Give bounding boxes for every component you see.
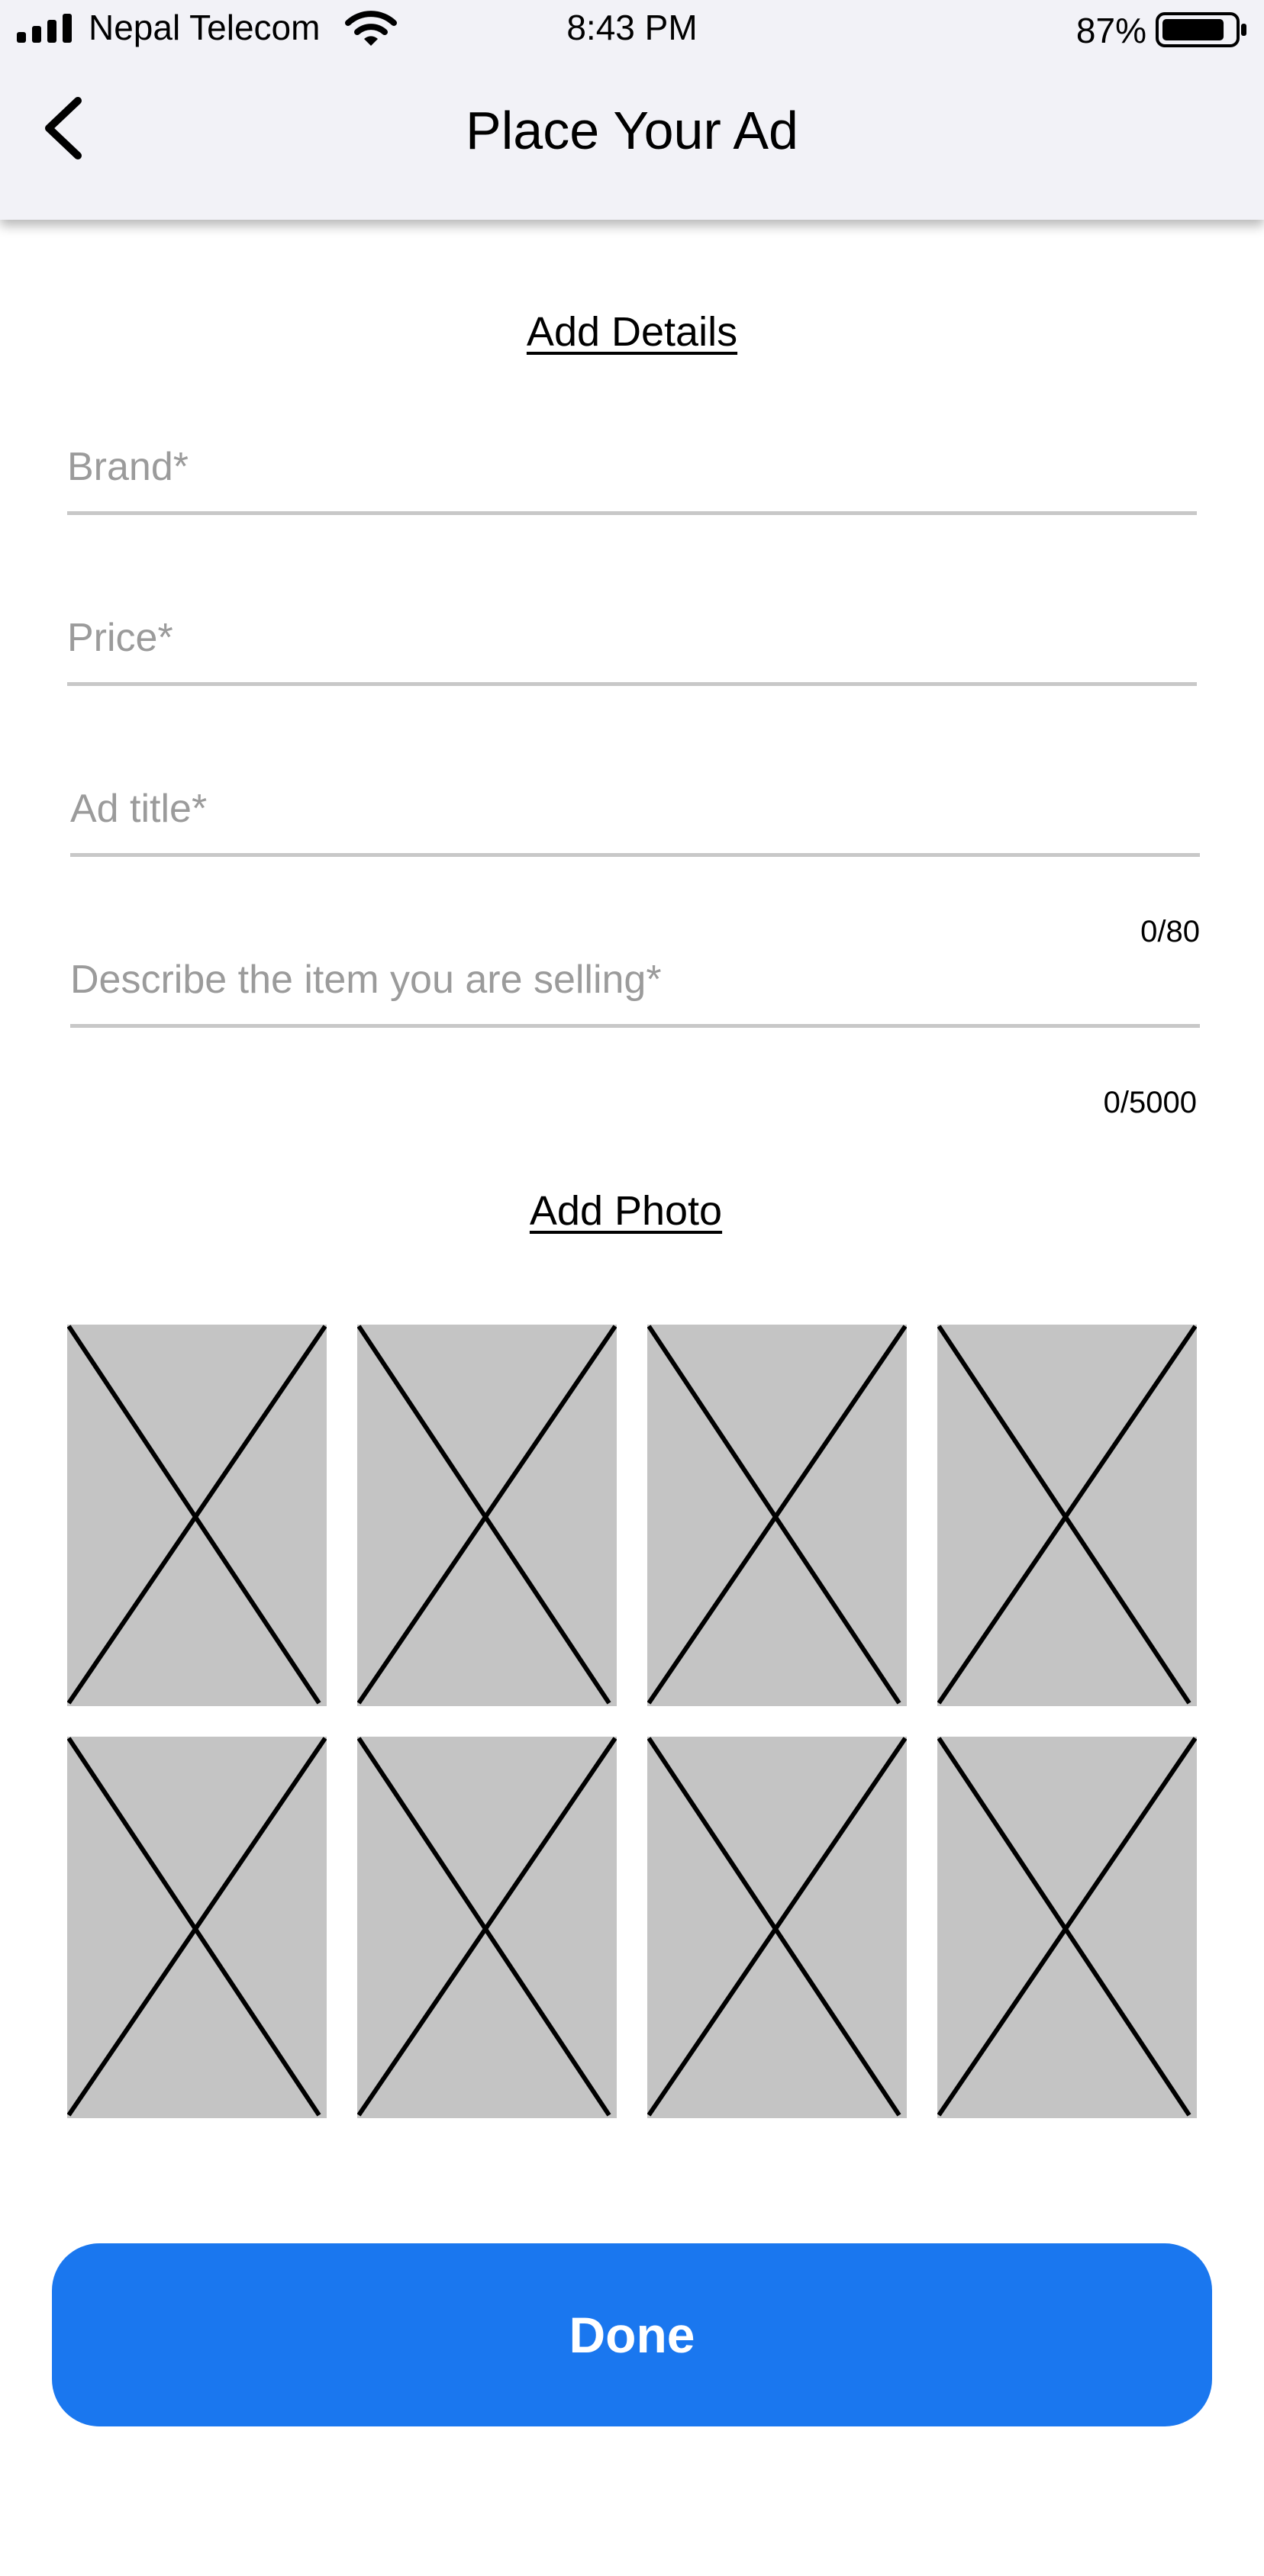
image-placeholder-icon (357, 1737, 617, 2118)
image-placeholder-icon (67, 1325, 327, 1706)
photo-slot[interactable] (937, 1325, 1197, 1706)
status-bar: Nepal Telecom 8:43 PM 87% (0, 0, 1264, 58)
image-placeholder-icon (357, 1325, 617, 1706)
image-placeholder-icon (67, 1737, 327, 2118)
app-header: Nepal Telecom 8:43 PM 87% Place Your Ad (0, 0, 1264, 220)
battery-icon (1156, 12, 1246, 47)
done-button[interactable]: Done (52, 2243, 1212, 2426)
photo-slot[interactable] (647, 1737, 907, 2118)
page-title: Place Your Ad (466, 101, 798, 160)
ad-title-input[interactable] (70, 772, 1200, 845)
photo-slot[interactable] (67, 1737, 327, 2118)
battery-percent: 87% (1075, 11, 1146, 50)
ad-title-field (70, 769, 1200, 857)
image-placeholder-icon (937, 1325, 1197, 1706)
add-details-heading: Add Details (526, 309, 738, 355)
image-placeholder-icon (647, 1737, 907, 2118)
photo-slot[interactable] (357, 1737, 617, 2118)
battery-fill (1162, 19, 1224, 40)
image-placeholder-icon (647, 1325, 907, 1706)
price-input[interactable] (67, 601, 1197, 675)
price-field (67, 598, 1197, 686)
description-input[interactable] (70, 943, 1200, 1016)
photo-slot[interactable] (67, 1325, 327, 1706)
photo-slot[interactable] (357, 1325, 617, 1706)
description-field (70, 940, 1200, 1028)
add-photo-heading: Add Photo (529, 1188, 723, 1234)
brand-field (67, 427, 1197, 515)
description-counter: 0/5000 (1103, 1086, 1197, 1119)
clock: 8:43 PM (566, 8, 698, 47)
brand-input[interactable] (67, 430, 1197, 504)
image-placeholder-icon (937, 1737, 1197, 2118)
photo-slot[interactable] (647, 1325, 907, 1706)
photo-slot[interactable] (937, 1737, 1197, 2118)
